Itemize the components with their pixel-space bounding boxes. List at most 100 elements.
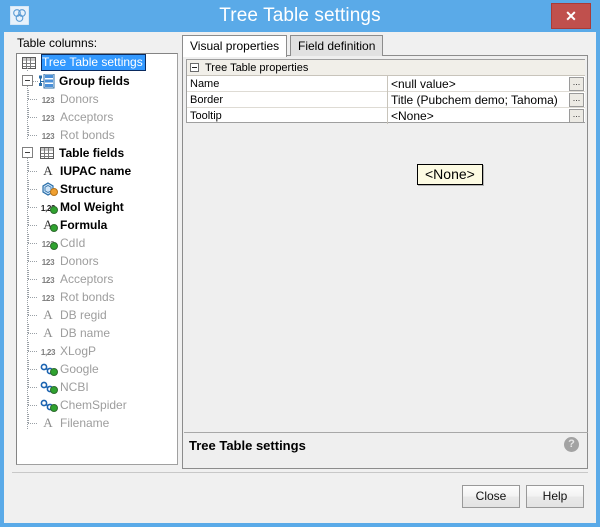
tree-item-acceptors[interactable]: 123Acceptors bbox=[17, 270, 177, 288]
warning-badge-icon bbox=[50, 188, 58, 196]
tree-item-table-fields[interactable]: Table fields bbox=[17, 144, 177, 162]
tree-item-label: NCBI bbox=[60, 378, 89, 396]
tree-item-label: Donors bbox=[60, 252, 99, 270]
description-divider bbox=[184, 432, 588, 433]
tree-guide-line bbox=[28, 180, 29, 190]
tree-item-structure[interactable]: Structure bbox=[17, 180, 177, 198]
tree-item-tree-table-settings[interactable]: Tree Table settings bbox=[17, 54, 177, 72]
tree-guide-line bbox=[27, 68, 28, 72]
tab-strip: Visual properties Field definition bbox=[182, 35, 588, 56]
tree-item-db-name[interactable]: ADB name bbox=[17, 324, 177, 342]
tree-item-label: IUPAC name bbox=[60, 162, 131, 180]
visible-badge-icon bbox=[50, 206, 58, 214]
table-grid-icon bbox=[20, 54, 38, 72]
browse-button-tooltip[interactable]: ... bbox=[569, 109, 584, 123]
settings-panel: Visual properties Field definition Tree … bbox=[182, 35, 588, 469]
tree-guide-line bbox=[28, 99, 38, 100]
tree-guide-line bbox=[28, 324, 29, 334]
tree-item-donors[interactable]: 123Donors bbox=[17, 90, 177, 108]
tree-expander-icon[interactable] bbox=[22, 147, 33, 158]
tree-item-label: Rot bonds bbox=[60, 126, 115, 144]
tree-item-chemspider[interactable]: ChemSpider bbox=[17, 396, 177, 414]
tree-guide-line bbox=[28, 351, 38, 352]
tree-item-xlogp[interactable]: 1,23XLogP bbox=[17, 342, 177, 360]
tree-item-donors[interactable]: 123Donors bbox=[17, 252, 177, 270]
tree-item-db-regid[interactable]: ADB regid bbox=[17, 306, 177, 324]
property-row-border[interactable]: Border Title (Pubchem demo; Tahoma) ... bbox=[187, 92, 585, 108]
visible-badge-icon bbox=[50, 404, 58, 412]
collapse-icon[interactable] bbox=[190, 63, 199, 72]
property-row-tooltip[interactable]: Tooltip <None> ... bbox=[187, 108, 585, 124]
description-title: Tree Table settings bbox=[189, 438, 306, 453]
column-divider bbox=[387, 76, 388, 92]
tree-expander-icon[interactable] bbox=[22, 75, 33, 86]
tree-guide-line bbox=[28, 135, 38, 136]
browse-button-name[interactable]: ... bbox=[569, 77, 584, 91]
dialog-window: Tree Table settings ✕ Table columns: Tre… bbox=[0, 0, 600, 527]
property-grid[interactable]: Tree Table properties Name <null value> … bbox=[186, 59, 585, 123]
tree-item-label: Formula bbox=[60, 216, 107, 234]
number-icon: 123 bbox=[39, 126, 57, 144]
tree-guide-line bbox=[28, 90, 29, 100]
property-value[interactable]: Title (Pubchem demo; Tahoma) bbox=[391, 92, 579, 108]
tree-item-google[interactable]: Google bbox=[17, 360, 177, 378]
property-group-title: Tree Table properties bbox=[205, 62, 308, 74]
property-row-name[interactable]: Name <null value> ... bbox=[187, 76, 585, 92]
help-icon[interactable]: ? bbox=[564, 437, 579, 452]
tree-guide-line bbox=[28, 126, 29, 136]
column-divider bbox=[387, 92, 388, 108]
close-window-button[interactable]: ✕ bbox=[551, 3, 591, 29]
tree-guide-line bbox=[28, 171, 38, 172]
property-name: Tooltip bbox=[190, 108, 386, 124]
window-title: Tree Table settings bbox=[0, 0, 600, 32]
number-icon: 123 bbox=[39, 270, 57, 288]
browse-button-border[interactable]: ... bbox=[569, 93, 584, 107]
title-bar: Tree Table settings ✕ bbox=[0, 0, 600, 32]
tree-item-label: Acceptors bbox=[60, 108, 113, 126]
tree-item-label: Structure bbox=[60, 180, 113, 198]
tooltip-popup: <None> bbox=[417, 164, 483, 185]
visual-properties-pane: Tree Table properties Name <null value> … bbox=[182, 55, 588, 469]
tree-item-group-fields[interactable]: Group fields bbox=[17, 72, 177, 90]
tree-item-iupac-name[interactable]: AIUPAC name bbox=[17, 162, 177, 180]
tree-item-rot-bonds[interactable]: 123Rot bonds bbox=[17, 288, 177, 306]
tree-item-ncbi[interactable]: NCBI bbox=[17, 378, 177, 396]
tree-guide-line bbox=[28, 198, 29, 208]
column-divider bbox=[387, 108, 388, 124]
tree-guide-line bbox=[28, 396, 29, 406]
tree-item-label: DB name bbox=[60, 324, 110, 342]
tab-visual-properties[interactable]: Visual properties bbox=[182, 35, 287, 57]
link-icon bbox=[39, 378, 57, 396]
tree-guide-line bbox=[28, 225, 38, 226]
tree-item-label: Acceptors bbox=[60, 270, 113, 288]
tree-guide-line bbox=[28, 108, 29, 118]
tree-item-label: Rot bonds bbox=[60, 288, 115, 306]
tree-guide-line bbox=[28, 234, 29, 244]
close-button[interactable]: Close bbox=[462, 485, 520, 508]
property-value[interactable]: <null value> bbox=[391, 76, 579, 92]
decimal-icon: 1,23 bbox=[39, 342, 57, 360]
tree-item-cdid[interactable]: 123CdId bbox=[17, 234, 177, 252]
tree-item-acceptors[interactable]: 123Acceptors bbox=[17, 108, 177, 126]
text-field-icon: A bbox=[39, 414, 57, 432]
dialog-button-bar: Close Help bbox=[12, 472, 588, 516]
tab-field-definition[interactable]: Field definition bbox=[290, 35, 383, 56]
link-icon bbox=[39, 360, 57, 378]
tree-guide-line bbox=[28, 414, 29, 424]
column-tree[interactable]: Tree Table settingsGroup fields123Donors… bbox=[16, 53, 178, 465]
tree-guide-line bbox=[33, 81, 38, 82]
tree-item-label: Google bbox=[60, 360, 99, 378]
tree-guide-line bbox=[28, 342, 29, 352]
number-icon: 123 bbox=[39, 234, 57, 252]
tree-guide-line bbox=[28, 207, 38, 208]
property-value[interactable]: <None> bbox=[391, 108, 579, 124]
tree-item-mol-weight[interactable]: 1,23Mol Weight bbox=[17, 198, 177, 216]
table-columns-panel: Table columns: Tree Table settingsGroup … bbox=[12, 35, 180, 469]
tree-item-formula[interactable]: AFormula bbox=[17, 216, 177, 234]
tree-item-label: Tree Table settings bbox=[41, 54, 146, 71]
number-icon: 123 bbox=[39, 252, 57, 270]
tree-item-rot-bonds[interactable]: 123Rot bonds bbox=[17, 126, 177, 144]
tree-item-filename[interactable]: AFilename bbox=[17, 414, 177, 432]
help-button[interactable]: Help bbox=[526, 485, 584, 508]
property-group-header[interactable]: Tree Table properties bbox=[187, 60, 585, 76]
